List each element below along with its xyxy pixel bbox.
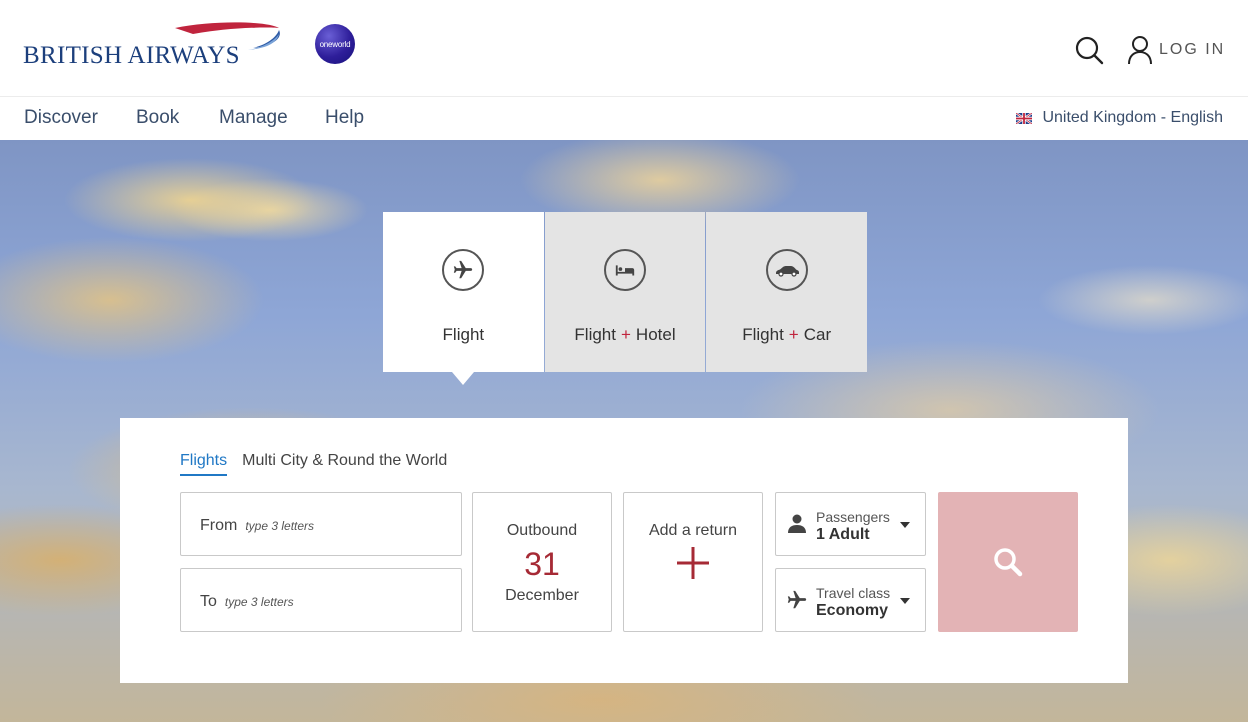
search-icon[interactable] <box>1073 34 1105 66</box>
passengers-value: 1 Adult <box>816 526 870 543</box>
outbound-label: Outbound <box>506 522 578 539</box>
locale-label: United Kingdom - English <box>1042 109 1223 126</box>
to-placeholder: type 3 letters <box>224 595 294 609</box>
hero-background: Flight Flight + Hotel Flight + Car Fligh… <box>0 140 1248 722</box>
outbound-month: December <box>505 587 579 604</box>
add-return-label: Add a return <box>648 522 738 539</box>
brand-name: BRITISH AIRWAYS <box>23 42 240 69</box>
tab-flight-car-plus: + <box>788 325 799 344</box>
login-button[interactable]: LOG IN <box>1127 34 1225 66</box>
outbound-date-picker[interactable]: Outbound 31 December <box>472 492 612 632</box>
tab-flight-hotel-main: Flight <box>574 325 616 344</box>
tab-flight-label: Flight <box>442 325 485 344</box>
from-label: From <box>200 517 238 534</box>
nav-manage[interactable]: Manage <box>219 107 288 129</box>
travel-class-label: Travel class <box>816 585 891 601</box>
travel-class-select[interactable]: Travel class Economy <box>775 568 926 632</box>
passengers-select[interactable]: Passengers 1 Adult <box>775 492 926 556</box>
tab-flight-hotel[interactable]: Flight + Hotel <box>544 212 706 372</box>
subtab-multi-city[interactable]: Multi City & Round the World <box>242 452 447 476</box>
nav-discover[interactable]: Discover <box>24 107 98 129</box>
outbound-day: 31 <box>524 546 560 582</box>
to-label: To <box>200 593 217 610</box>
tab-flight[interactable]: Flight <box>383 212 544 385</box>
subtab-flights[interactable]: Flights <box>180 452 228 476</box>
chevron-down-icon <box>900 598 910 604</box>
add-return-button[interactable]: Add a return <box>623 492 763 632</box>
nav-book[interactable]: Book <box>136 107 179 129</box>
car-icon <box>765 249 808 291</box>
tab-flight-car[interactable]: Flight + Car <box>706 212 868 372</box>
tab-flight-hotel-extra: Hotel <box>635 325 676 344</box>
tab-flight-car-main: Flight <box>742 325 784 344</box>
uk-flag-icon <box>1016 112 1033 124</box>
search-icon <box>994 548 1023 577</box>
person-icon <box>788 514 806 533</box>
from-field[interactable]: From type 3 letters <box>180 492 462 556</box>
plane-icon <box>787 590 807 609</box>
tab-flight-hotel-plus: + <box>620 325 631 344</box>
passengers-label: Passengers <box>816 509 890 525</box>
nav-help[interactable]: Help <box>325 107 364 129</box>
main-nav: Discover Book Manage Help United Kingdom… <box>0 97 1248 140</box>
site-header: BRITISH AIRWAYS oneworld LOG IN <box>0 0 1248 97</box>
tab-flight-car-extra: Car <box>803 325 832 344</box>
search-mode-tabs: Flights Multi City & Round the World <box>180 452 447 476</box>
user-icon <box>1128 36 1152 65</box>
plane-icon <box>442 249 485 291</box>
search-flights-button[interactable] <box>938 492 1078 632</box>
flight-search-panel: Flights Multi City & Round the World Fro… <box>120 418 1128 683</box>
from-placeholder: type 3 letters <box>245 519 315 533</box>
login-label: LOG IN <box>1159 41 1226 58</box>
locale-selector[interactable]: United Kingdom - English <box>1016 109 1223 127</box>
plus-icon <box>677 547 709 579</box>
to-field[interactable]: To type 3 letters <box>180 568 462 632</box>
chevron-down-icon <box>900 522 910 528</box>
british-airways-logo[interactable]: BRITISH AIRWAYS <box>23 22 288 72</box>
travel-class-value: Economy <box>816 602 889 619</box>
bed-icon <box>604 249 646 291</box>
oneworld-logo[interactable]: oneworld <box>315 24 355 64</box>
booking-type-tabs: Flight Flight + Hotel Flight + Car <box>383 212 868 385</box>
